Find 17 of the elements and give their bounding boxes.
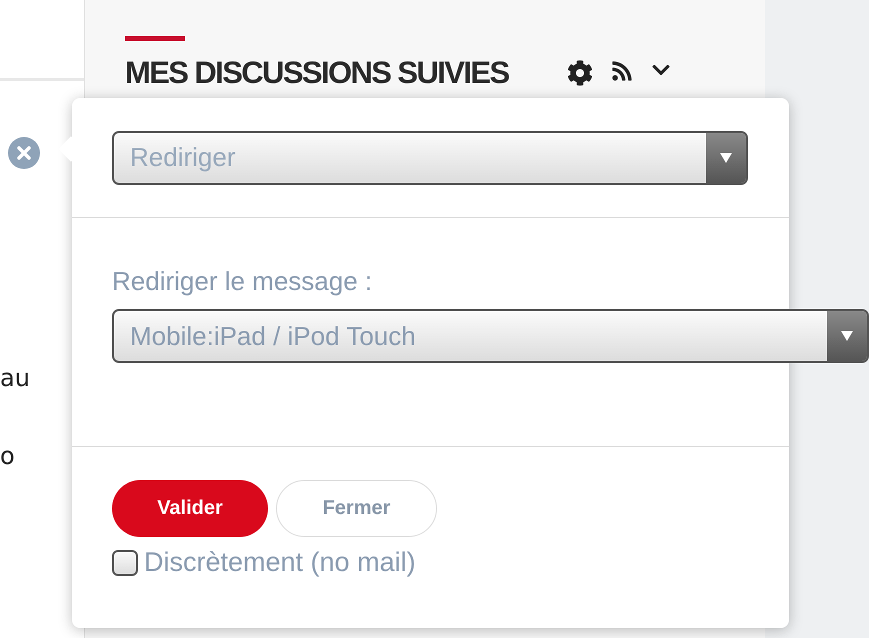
checkbox[interactable] xyxy=(112,550,138,576)
checkbox-label: Discrètement (no mail) xyxy=(144,547,416,578)
caret-icon xyxy=(841,331,853,341)
accent-bar xyxy=(125,36,185,41)
panel-title: MES DISCUSSIONS SUIVIES xyxy=(125,55,509,91)
close-button[interactable]: Fermer xyxy=(276,480,437,537)
submit-button[interactable]: Valider xyxy=(112,480,268,537)
action-select[interactable]: Rediriger xyxy=(112,130,748,184)
settings-icon[interactable] xyxy=(566,60,593,86)
close-button[interactable] xyxy=(8,137,40,169)
field-label: Rediriger le message : xyxy=(112,266,374,297)
rss-icon[interactable] xyxy=(610,60,633,82)
caret-icon xyxy=(720,152,732,162)
target-select[interactable]: Mobile:iPad / iPod Touch xyxy=(112,309,869,363)
text-fragment: o xyxy=(0,442,16,470)
close-icon xyxy=(17,146,31,160)
text-fragment: au xyxy=(0,364,31,392)
